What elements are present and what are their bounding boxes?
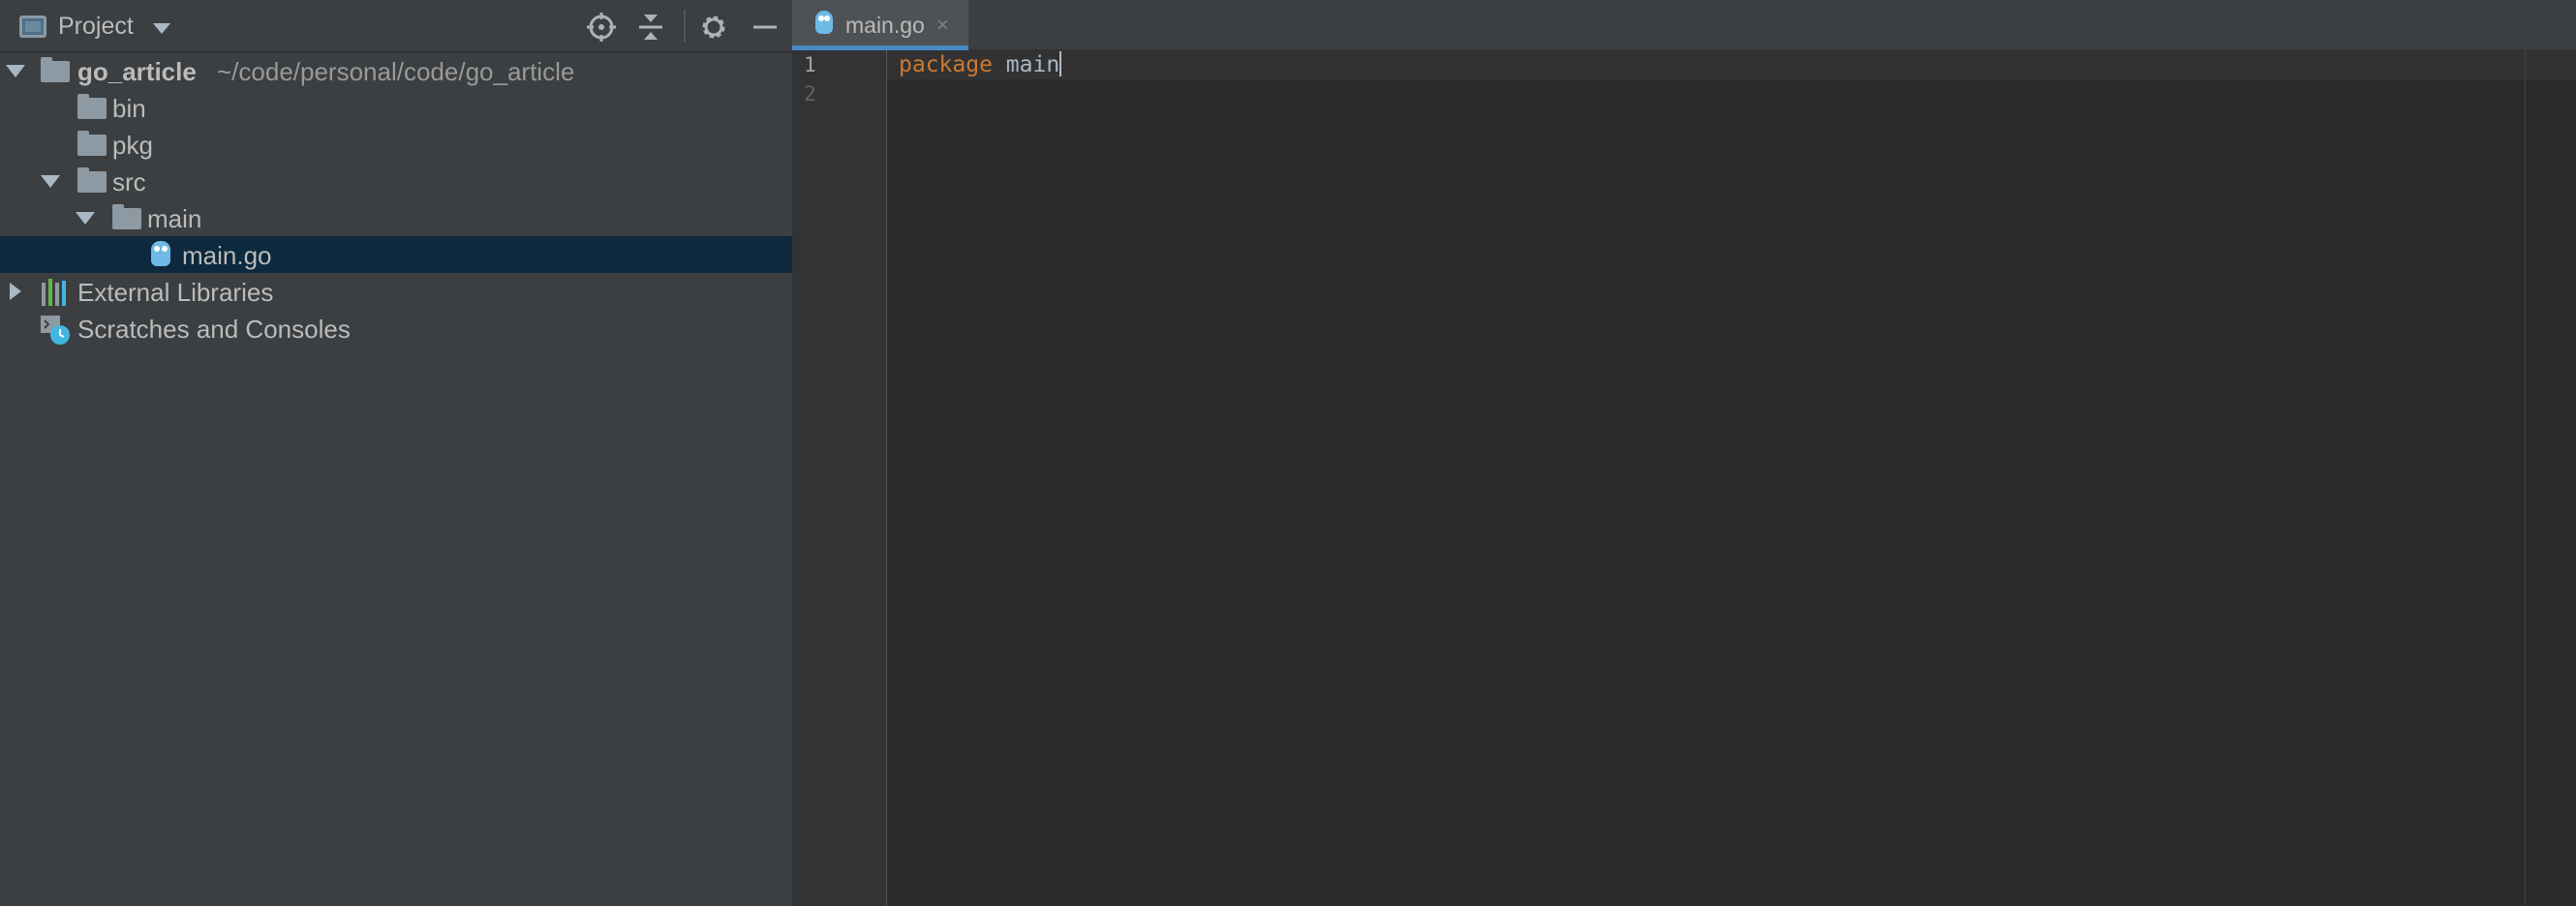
project-path: ~/code/personal/code/go_article <box>217 57 575 86</box>
tree-item-label: main <box>147 204 202 233</box>
editor-tab-bar: main.go × <box>792 0 2576 50</box>
code-line[interactable]: package main <box>899 51 1062 77</box>
tree-item-external-libraries[interactable]: External Libraries <box>0 273 792 310</box>
crosshair-icon[interactable] <box>585 11 618 44</box>
close-icon[interactable]: × <box>936 13 949 38</box>
tree-item-scratches[interactable]: Scratches and Consoles <box>0 310 792 347</box>
editor-area: main.go × 1 2 package main <box>792 0 2576 906</box>
gear-icon[interactable] <box>697 11 730 44</box>
project-view-selector[interactable]: Project <box>58 13 134 41</box>
library-icon <box>41 279 70 306</box>
folder-icon <box>41 57 70 82</box>
toolbar-separator <box>684 10 686 43</box>
tree-item-label: External Libraries <box>77 278 274 307</box>
expand-arrow-icon[interactable] <box>76 212 95 225</box>
tree-item-src[interactable]: src <box>0 163 792 199</box>
current-line-highlight <box>887 50 2576 79</box>
line-number-gutter: 1 2 <box>792 50 887 906</box>
text-caret <box>1059 51 1062 76</box>
minimize-icon[interactable] <box>749 11 782 44</box>
scratches-clock-icon <box>39 314 72 347</box>
chevron-down-icon[interactable] <box>153 23 170 34</box>
project-window-icon <box>19 15 46 38</box>
tree-item-pkg[interactable]: pkg <box>0 126 792 163</box>
tab-label: main.go <box>845 13 925 38</box>
expand-arrow-icon[interactable] <box>10 283 21 300</box>
tree-item-label: src <box>112 167 146 196</box>
tree-item-bin[interactable]: bin <box>0 89 792 126</box>
tree-item-label: pkg <box>112 131 153 160</box>
go-file-icon <box>151 241 170 266</box>
expand-arrow-icon[interactable] <box>41 175 60 188</box>
expand-arrow-icon[interactable] <box>6 65 25 77</box>
project-panel-header: Project <box>0 0 792 53</box>
tree-item-go-article[interactable]: go_article ~/code/personal/code/go_artic… <box>0 52 792 89</box>
go-file-icon <box>815 11 833 34</box>
code-identifier: main <box>1005 52 1060 77</box>
tree-item-label: go_article <box>77 57 197 86</box>
folder-icon <box>77 94 107 119</box>
tree-item-main-go[interactable]: main.go <box>0 236 792 273</box>
folder-icon <box>77 131 107 156</box>
line-number: 1 <box>804 53 816 76</box>
tab-main-go[interactable]: main.go × <box>792 0 968 50</box>
tree-item-label: main.go <box>182 241 272 270</box>
right-margin-guide <box>2525 50 2526 906</box>
folder-icon <box>112 204 141 229</box>
folder-icon <box>77 167 107 193</box>
code-keyword: package <box>899 52 993 77</box>
project-panel: Project go_article ~/code/personal/code/… <box>0 0 792 906</box>
tree-item-main-folder[interactable]: main <box>0 199 792 236</box>
tree-item-label: Scratches and Consoles <box>77 315 351 344</box>
line-number: 2 <box>804 82 816 106</box>
tree-item-label: bin <box>112 94 146 123</box>
collapse-all-icon[interactable] <box>634 11 667 44</box>
